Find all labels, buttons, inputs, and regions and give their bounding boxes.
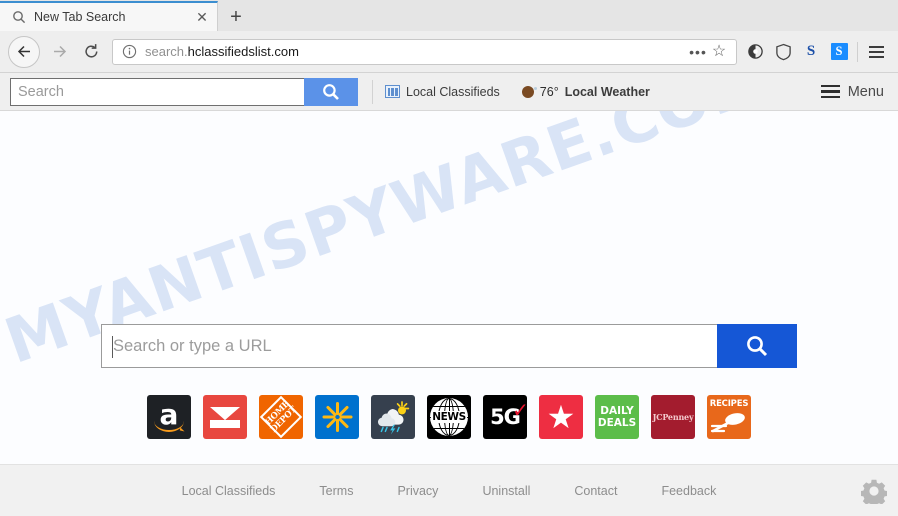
fiveg-label-wrap: 5G ✓: [490, 400, 527, 428]
jcpenney-label: JCPenney: [652, 412, 694, 422]
fork-spoon-icon: [710, 413, 745, 433]
weather-temperature: 76°: [539, 84, 559, 99]
toolbar-search-button[interactable]: [304, 77, 358, 106]
toolbar-local-classifieds-label: Local Classifieds: [406, 84, 500, 99]
check-icon: ✓: [512, 397, 527, 422]
footer-link-feedback[interactable]: Feedback: [661, 484, 716, 498]
address-bar[interactable]: search.hclassifiedslist.com ••• ☆: [112, 38, 737, 65]
tab-title: New Tab Search: [34, 10, 126, 24]
arrow-left-icon[interactable]: [8, 35, 40, 68]
walmart-spark-icon: [320, 400, 354, 434]
shield-icon[interactable]: [769, 38, 797, 66]
toolbar-divider: [857, 41, 858, 62]
shortcut-news[interactable]: NEWS: [427, 395, 471, 439]
skype-letter-icon[interactable]: S: [797, 38, 825, 66]
shortcut-walmart[interactable]: [315, 395, 359, 439]
hero-search[interactable]: Search or type a URL: [101, 324, 797, 368]
toolbar-search[interactable]: Search: [10, 77, 358, 106]
close-icon[interactable]: ✕: [193, 8, 211, 26]
footer-link-local-classifieds[interactable]: Local Classifieds: [182, 484, 276, 498]
shortcut-macys[interactable]: ★: [539, 395, 583, 439]
toolbar-menu-button[interactable]: Menu: [820, 83, 888, 100]
weather-dot-icon: [521, 85, 537, 98]
tab-strip: New Tab Search ✕ +: [0, 0, 898, 31]
toolbar-local-weather[interactable]: 76° Local Weather: [521, 84, 650, 99]
footer-link-privacy[interactable]: Privacy: [397, 484, 438, 498]
shortcut-recipes[interactable]: RECIPES: [707, 395, 751, 439]
navigation-toolbar: search.hclassifiedslist.com ••• ☆ S S: [0, 31, 898, 73]
recipes-content: RECIPES: [707, 395, 751, 439]
tab-new-tab-search[interactable]: New Tab Search ✕: [0, 1, 218, 31]
skype-box-label: S: [830, 43, 848, 60]
arrow-right-icon: [44, 37, 74, 67]
hero-search-placeholder: Search or type a URL: [113, 336, 272, 355]
shortcut-5g[interactable]: 5G ✓: [483, 395, 527, 439]
skype-box-icon[interactable]: S: [825, 38, 853, 66]
hamburger-menu-icon: [820, 84, 840, 99]
gear-icon[interactable]: [861, 478, 887, 504]
footer-link-terms[interactable]: Terms: [319, 484, 353, 498]
shortcut-jcpenney[interactable]: JCPenney: [651, 395, 695, 439]
page-footer: Local Classifieds Terms Privacy Uninstal…: [0, 464, 898, 516]
daily-deals-line1: DAILY: [600, 405, 634, 417]
news-globe-icon: NEWS: [430, 398, 468, 436]
browser-window: New Tab Search ✕ + search.hclassifiedsli…: [0, 0, 898, 516]
toolbar-local-classifieds[interactable]: Local Classifieds: [385, 85, 500, 99]
pocket-icon[interactable]: [741, 38, 769, 66]
skype-letter-label: S: [806, 43, 816, 59]
info-circle-icon[interactable]: [121, 44, 137, 60]
url-scheme: search.: [145, 44, 188, 59]
footer-link-uninstall[interactable]: Uninstall: [482, 484, 530, 498]
envelope-icon: [210, 406, 240, 428]
page-content: MYANTISPYWARE.COM Search or type a URL a…: [0, 111, 898, 464]
toolbar-menu-label: Menu: [847, 83, 884, 100]
hamburger-menu-icon[interactable]: [862, 38, 890, 66]
daily-deals-line2: DEALS: [597, 417, 637, 429]
footer-link-contact[interactable]: Contact: [574, 484, 617, 498]
toolbar-local-weather-label: Local Weather: [564, 84, 650, 99]
recipes-label: RECIPES: [709, 399, 749, 409]
hero-area: Search or type a URL a HOME DEPOT NEWS 5…: [0, 324, 898, 439]
shortcut-gmail[interactable]: [203, 395, 247, 439]
page-actions-icon[interactable]: •••: [688, 45, 708, 59]
star-icon: ★: [546, 399, 576, 435]
shortcut-amazon[interactable]: a: [147, 395, 191, 439]
text-caret: [112, 336, 113, 358]
amazon-smile-icon: [154, 421, 184, 432]
extension-icons: S S: [737, 38, 890, 66]
reload-icon[interactable]: [76, 37, 106, 67]
shortcut-daily-deals[interactable]: DAILY DEALS: [595, 395, 639, 439]
news-label: NEWS: [431, 411, 467, 423]
shortcut-tiles: a HOME DEPOT NEWS 5G ✓ ★ DAILY DEALS JCP…: [147, 395, 751, 439]
cloud-sun-lightning-icon: [378, 401, 410, 435]
search-icon: [12, 10, 26, 24]
new-tab-button[interactable]: +: [220, 3, 252, 31]
url-text: search.hclassifiedslist.com: [145, 44, 688, 59]
toolbar-divider-2: [372, 79, 373, 104]
toolbar-search-input[interactable]: Search: [10, 77, 304, 106]
hero-search-input[interactable]: Search or type a URL: [101, 324, 717, 368]
home-depot-badge-icon: HOME DEPOT: [259, 395, 303, 439]
newspaper-icon: [385, 85, 400, 98]
extension-toolbar: Search Local Classifieds 76° Local Weath…: [0, 73, 898, 111]
hero-search-button[interactable]: [717, 324, 797, 368]
daily-deals-label: DAILY DEALS: [598, 405, 636, 429]
url-host: hclassifiedslist.com: [187, 44, 299, 59]
shortcut-home-depot[interactable]: HOME DEPOT: [259, 395, 303, 439]
bookmark-star-icon[interactable]: ☆: [708, 43, 730, 60]
shortcut-weather[interactable]: [371, 395, 415, 439]
